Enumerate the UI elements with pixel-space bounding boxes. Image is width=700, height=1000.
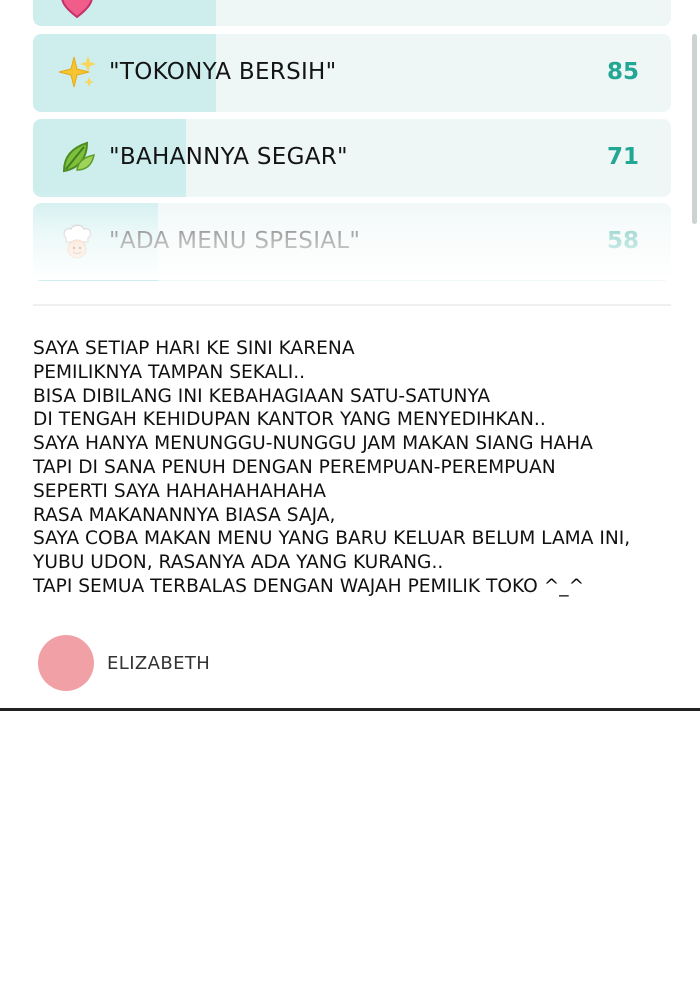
heart-icon — [57, 0, 97, 23]
vertical-scrollbar[interactable] — [692, 34, 697, 224]
author-name[interactable]: ELIZABETH — [107, 653, 210, 674]
stat-row-ada-menu-spesial: "ADA MENU SPESIAL" 58 — [33, 203, 671, 281]
stat-label: "ADA MENU SPESIAL" — [109, 228, 361, 254]
review-author[interactable]: ELIZABETH — [38, 635, 338, 691]
stat-row-tokonya-bersih: "TOKONYA BERSIH" 85 — [33, 34, 671, 112]
review-line: SAYA COBA MAKAN MENU YANG BARU KELUAR BE… — [33, 528, 631, 550]
review-line: DI TENGAH KEHIDUPAN KANTOR YANG MENYEDIH… — [33, 409, 546, 431]
review-line: SAYA SETIAP HARI KE SINI KARENA — [33, 338, 355, 359]
stat-count: 71 — [606, 144, 639, 170]
review-line: SAYA HANYA MENUNGGU-NUNGGU JAM MAKAN SIA… — [33, 433, 593, 455]
review-line: SEPERTI SAYA HAHAHAHAHAHA — [33, 480, 327, 502]
stat-row-heart — [33, 0, 671, 26]
sparkles-icon — [57, 52, 97, 92]
stat-row-bahannya-segar: "BAHANNYA SEGAR" 71 — [33, 119, 671, 197]
review-line: PEMILIKNYA TAMPAN SEKALI.. — [33, 361, 306, 383]
avatar[interactable] — [38, 635, 94, 691]
review-line: BISA DIBILANG INI KEBAHAGIAAN SATU-SATUN… — [33, 385, 491, 407]
stat-label: "BAHANNYA SEGAR" — [109, 144, 348, 170]
review-line: TAPI DI SANA PENUH DENGAN PEREMPUAN-PERE… — [33, 456, 556, 478]
review-line: RASA MAKANANNYA BIASA SAJA, — [33, 504, 336, 526]
stat-label: "TOKONYA BERSIH" — [109, 59, 337, 85]
chef-icon — [57, 221, 97, 261]
keyword-stat-list: "TOKONYA BERSIH" 85 "BAHANNYA SEGAR" 71 — [33, 0, 671, 281]
review-screen: "TOKONYA BERSIH" 85 "BAHANNYA SEGAR" 71 — [0, 0, 700, 1000]
stat-count: 58 — [606, 228, 639, 254]
section-divider — [33, 304, 671, 306]
leaf-icon — [57, 137, 97, 177]
stat-count: 85 — [606, 59, 639, 85]
review-panel: "TOKONYA BERSIH" 85 "BAHANNYA SEGAR" 71 — [0, 0, 700, 711]
review-line: YUBU UDON, RASANYA ADA YANG KURANG.. — [33, 552, 444, 574]
review-text: SAYA SETIAP HARI KE SINI KARENA PEMILIKN… — [33, 337, 673, 599]
review-line: TAPI SEMUA TERBALAS DENGAN WAJAH PEMILIK… — [33, 575, 585, 597]
panel-bottom-border — [0, 708, 700, 711]
